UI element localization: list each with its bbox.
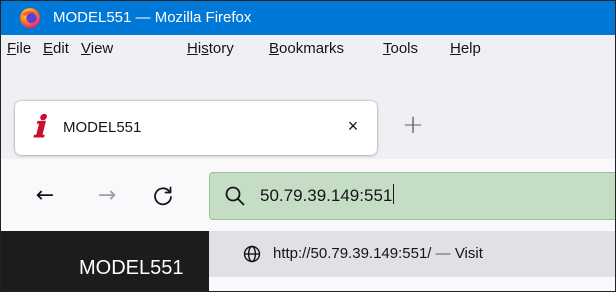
tab-model551[interactable]: ℹ MODEL551 ×	[15, 101, 377, 155]
menu-help[interactable]: Help	[450, 40, 481, 57]
menu-history-label: History	[187, 40, 234, 57]
menu-view[interactable]: View	[81, 40, 113, 57]
globe-icon	[243, 245, 261, 263]
url-input[interactable]: 50.79.39.149:551	[260, 184, 395, 206]
close-tab-icon[interactable]: ×	[343, 116, 363, 136]
url-suggestions-dropdown: http://50.79.39.149:551/ — Visit	[209, 231, 615, 291]
menu-bar: File Edit View History Bookmarks Tools H…	[1, 35, 615, 63]
navigation-toolbar: ← → 50.79.39.149:551	[1, 159, 615, 231]
text-caret	[393, 184, 395, 204]
page-content: MODEL551	[1, 231, 209, 291]
browser-window: MODEL551 — Mozilla Firefox File Edit Vie…	[0, 0, 616, 292]
suggestion-url: http://50.79.39.149:551/	[273, 245, 432, 262]
info-favicon-icon: ℹ	[33, 110, 45, 145]
tab-strip: ℹ MODEL551 × +	[1, 63, 615, 159]
firefox-logo-icon	[20, 8, 40, 28]
reload-button[interactable]	[150, 183, 176, 209]
new-tab-button[interactable]: +	[401, 112, 425, 138]
search-icon	[225, 186, 245, 206]
url-input-text: 50.79.39.149:551	[260, 186, 393, 205]
menu-edit[interactable]: Edit	[43, 40, 69, 57]
tab-title: MODEL551	[63, 119, 142, 136]
menu-bookmarks[interactable]: Bookmarks	[269, 40, 344, 57]
suggestion-text: http://50.79.39.149:551/ — Visit	[273, 245, 483, 262]
suggestion-separator: —	[435, 245, 451, 262]
back-button[interactable]: ←	[32, 183, 58, 209]
title-bar: MODEL551 — Mozilla Firefox	[1, 1, 615, 35]
address-bar[interactable]: 50.79.39.149:551	[209, 172, 615, 220]
reload-icon	[154, 186, 172, 206]
suggestion-action: Visit	[454, 245, 483, 262]
window-title: MODEL551 — Mozilla Firefox	[53, 9, 252, 26]
forward-button[interactable]: →	[94, 183, 120, 209]
menu-history[interactable]: History	[187, 40, 234, 57]
menu-file[interactable]: File	[7, 40, 31, 57]
menu-tools[interactable]: Tools	[383, 40, 418, 57]
suggestion-row[interactable]: http://50.79.39.149:551/ — Visit	[209, 231, 615, 277]
page-heading: MODEL551	[79, 257, 184, 279]
